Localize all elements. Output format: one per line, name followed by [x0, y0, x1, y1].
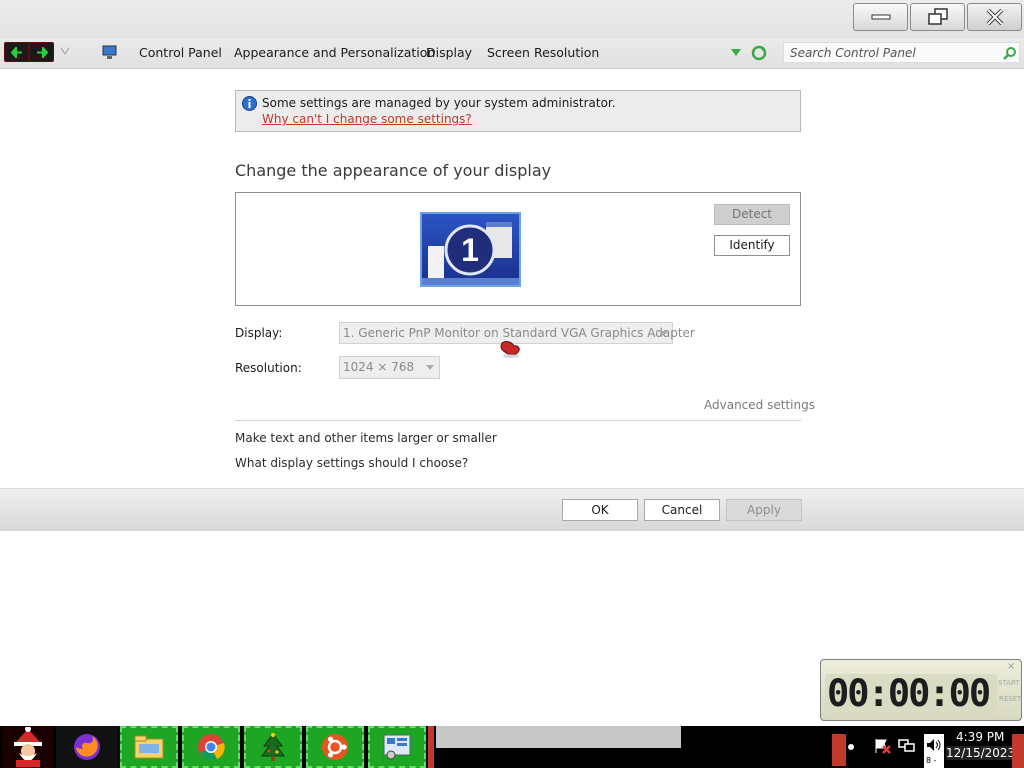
minimize-button[interactable]: [853, 3, 908, 31]
divider: [235, 420, 801, 421]
why-cant-change-link[interactable]: Why can't I change some settings?: [262, 112, 472, 126]
title-bar: [0, 0, 1024, 38]
stopwatch-time: 00:00:00: [827, 672, 991, 715]
santa-icon: [14, 727, 42, 767]
taskbar-clock-date[interactable]: 12/15/2023: [946, 746, 1016, 760]
breadcrumb-control-panel[interactable]: Control Panel: [139, 45, 222, 60]
start-button[interactable]: [2, 726, 54, 768]
admin-info-bar: Some settings are managed by your system…: [235, 90, 801, 132]
firefox-icon: [74, 734, 100, 760]
address-dropdown-icon[interactable]: [731, 49, 741, 56]
taskbar-empty-area: [436, 726, 681, 748]
apply-button[interactable]: Apply: [726, 499, 802, 521]
chrome-icon: [198, 734, 225, 761]
text-size-link[interactable]: Make text and other items larger or smal…: [235, 431, 497, 445]
search-input[interactable]: Search Control Panel: [790, 46, 916, 60]
tray-dot-icon: [848, 744, 854, 750]
network-icon[interactable]: [898, 738, 916, 754]
taskbar-firefox[interactable]: [56, 726, 118, 768]
restore-button[interactable]: [910, 3, 965, 31]
folder-icon: [134, 735, 164, 759]
page-title: Change the appearance of your display: [235, 161, 552, 180]
action-center-flag-icon[interactable]: [874, 738, 892, 754]
christmas-tree-icon: [261, 733, 285, 761]
refresh-icon[interactable]: [751, 45, 767, 61]
ok-button[interactable]: OK: [562, 499, 638, 521]
taskbar-christmas-tree[interactable]: [244, 726, 302, 768]
taskbar-control-panel[interactable]: [368, 726, 426, 768]
resolution-select-value: 1024 × 768: [343, 360, 415, 374]
resolution-label: Resolution:: [235, 361, 302, 375]
close-button[interactable]: [967, 3, 1022, 31]
tray-indicator: [832, 734, 846, 766]
search-icon[interactable]: [1003, 46, 1017, 60]
admin-info-message: Some settings are managed by your system…: [262, 96, 616, 110]
chevron-down-icon: [426, 365, 434, 370]
monitor-1-tile[interactable]: 1: [420, 212, 521, 287]
resolution-select[interactable]: 1024 × 768: [339, 356, 440, 379]
stopwatch-close-button[interactable]: ×: [1007, 661, 1015, 672]
control-panel-icon: [102, 45, 117, 59]
speaker-icon: [927, 739, 941, 751]
detect-button[interactable]: Detect: [714, 204, 790, 225]
stopwatch-start-button[interactable]: START: [998, 679, 1020, 687]
mouse-cursor-icon: [500, 341, 520, 358]
search-box[interactable]: Search Control Panel: [783, 42, 1020, 63]
minimize-icon: [871, 14, 890, 20]
taskbar-chrome[interactable]: [182, 726, 240, 768]
breadcrumb-appearance-personalization[interactable]: Appearance and Personalization: [234, 45, 435, 60]
forward-button[interactable]: [29, 42, 54, 62]
back-button[interactable]: [4, 42, 29, 62]
monitor-preview-panel: 1 Detect Identify: [235, 192, 801, 306]
back-arrow-icon: [11, 47, 22, 58]
restore-icon: [927, 8, 948, 25]
info-icon: [242, 96, 257, 111]
display-help-link[interactable]: What display settings should I choose?: [235, 456, 468, 470]
forward-arrow-icon: [37, 47, 48, 58]
taskbar-clock-time[interactable]: 4:39 PM: [956, 730, 1004, 744]
address-bar: Control Panel Appearance and Personaliza…: [0, 38, 1024, 69]
taskbar-separator: [428, 726, 434, 768]
stopwatch-display: 00:00:00: [825, 674, 997, 714]
taskbar-ubuntu[interactable]: [306, 726, 364, 768]
close-icon: [986, 9, 1003, 25]
identify-button[interactable]: Identify: [714, 235, 790, 256]
taskbar-file-explorer[interactable]: [120, 726, 178, 768]
volume-button[interactable]: 8 -: [924, 734, 944, 768]
monitor-number-label: 1: [461, 232, 479, 268]
cancel-button[interactable]: Cancel: [644, 499, 720, 521]
volume-level: 8 -: [926, 756, 937, 765]
monitor-icon: 1: [422, 222, 519, 285]
stopwatch-widget: 00:00:00 × START RESET: [820, 659, 1022, 721]
ubuntu-icon: [322, 734, 348, 760]
recent-pages-dropdown-icon[interactable]: [60, 47, 70, 55]
advanced-settings-link[interactable]: Advanced settings: [704, 398, 815, 412]
stopwatch-reset-button[interactable]: RESET: [999, 695, 1021, 703]
dialog-button-bar: OK Cancel Apply: [0, 488, 1024, 531]
chevron-down-icon: [659, 331, 667, 336]
control-panel-icon: [383, 734, 411, 760]
display-label: Display:: [235, 326, 283, 340]
show-desktop-button[interactable]: [1012, 734, 1024, 768]
taskbar: 8 - 4:39 PM 12/15/2023: [0, 726, 1024, 768]
breadcrumb-display[interactable]: Display: [426, 45, 472, 60]
breadcrumb-screen-resolution[interactable]: Screen Resolution: [487, 45, 599, 60]
display-select-value: 1. Generic PnP Monitor on Standard VGA G…: [343, 326, 695, 340]
